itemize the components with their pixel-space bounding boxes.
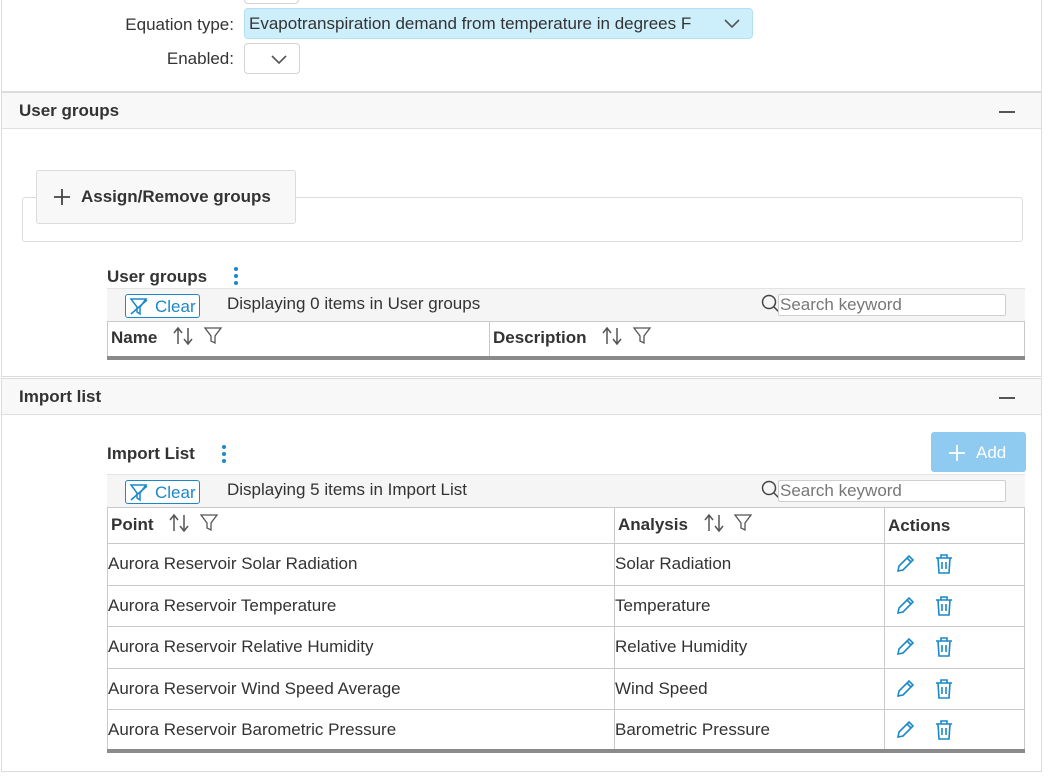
enabled-select[interactable] [244, 43, 300, 74]
point-cell: Aurora Reservoir Temperature [107, 584, 615, 627]
column-header-point[interactable]: Point [107, 507, 615, 544]
assign-button-label: Assign/Remove groups [81, 187, 271, 206]
point-cell: Aurora Reservoir Barometric Pressure [107, 709, 615, 752]
import-list-grid-title: Import List [107, 444, 195, 463]
edit-icon[interactable] [894, 553, 916, 575]
table-row[interactable]: Aurora Reservoir Barometric Pressure Baro… [107, 709, 1025, 752]
equation-type-select[interactable]: Evapotranspiration demand from temperatu… [244, 8, 753, 39]
actions-cell [884, 584, 1025, 627]
actions-cell [884, 543, 1025, 586]
sort-icon[interactable] [601, 326, 623, 346]
point-cell: Aurora Reservoir Solar Radiation [107, 543, 615, 586]
sort-icon[interactable] [168, 513, 190, 533]
kebab-menu-icon[interactable] [222, 445, 226, 466]
analysis-cell: Temperature [614, 584, 885, 627]
user-groups-display-count: Displaying 0 items in User groups [227, 294, 481, 313]
user-groups-search-input[interactable] [778, 294, 1006, 316]
user-groups-toolbar: Clear Displaying 0 items in User groups [107, 288, 1025, 321]
import-list-table: Point Analysis Actions Aurora Reservoir … [107, 507, 1025, 753]
table-row[interactable]: Aurora Reservoir Solar Radiation Solar Ra… [107, 543, 1025, 586]
import-list-search-input[interactable] [778, 480, 1006, 502]
add-button-label: Add [976, 443, 1007, 462]
analysis-cell: Barometric Pressure [614, 709, 885, 752]
column-description-label: Description [493, 328, 587, 348]
chevron-down-icon [724, 19, 740, 29]
point-cell: Aurora Reservoir Wind Speed Average [107, 667, 615, 710]
enabled-label: Enabled: [166, 49, 234, 68]
filter-icon[interactable] [203, 326, 223, 346]
clear-label: Clear [155, 483, 196, 502]
edit-icon[interactable] [894, 636, 916, 658]
kebab-menu-icon[interactable] [234, 267, 238, 288]
actions-cell [884, 709, 1025, 752]
delete-icon[interactable] [933, 678, 955, 700]
actions-cell [884, 626, 1025, 669]
user-groups-table: Name Description [107, 321, 1025, 360]
point-cell: Aurora Reservoir Relative Humidity [107, 626, 615, 669]
delete-icon[interactable] [933, 553, 955, 575]
clear-filters-button[interactable]: Clear [125, 480, 200, 504]
import-list-panel: Import list Import List Add Clear Displa… [1, 378, 1042, 772]
add-button[interactable]: Add [931, 432, 1026, 472]
equation-type-label: Equation type: [125, 15, 234, 34]
filter-icon[interactable] [199, 513, 219, 533]
plus-icon [54, 189, 70, 205]
table-row[interactable]: Aurora Reservoir Temperature Temperature [107, 584, 1025, 627]
filter-clear-icon [129, 484, 148, 502]
analysis-cell: Solar Radiation [614, 543, 885, 586]
minus-icon[interactable] [999, 111, 1015, 113]
clear-filters-button[interactable]: Clear [125, 294, 200, 318]
user-groups-panel-header[interactable]: User groups [2, 93, 1041, 129]
sort-icon[interactable] [172, 326, 194, 346]
filter-icon[interactable] [632, 326, 652, 346]
import-list-panel-header[interactable]: Import list [2, 379, 1041, 415]
filter-icon[interactable] [733, 513, 753, 533]
delete-icon[interactable] [933, 595, 955, 617]
user-groups-grid-title: User groups [107, 267, 208, 286]
actions-cell [884, 667, 1025, 710]
analysis-cell: Relative Humidity [614, 626, 885, 669]
user-groups-panel-title: User groups [19, 101, 120, 120]
minus-icon[interactable] [999, 397, 1015, 399]
import-list-toolbar: Clear Displaying 5 items in Import List [107, 474, 1025, 507]
column-point-label: Point [111, 514, 154, 534]
column-analysis-label: Analysis [618, 514, 688, 534]
chevron-down-icon [271, 55, 287, 65]
import-list-panel-title: Import list [19, 387, 102, 406]
user-groups-panel: User groups Assign/Remove groups User gr… [1, 92, 1042, 377]
import-list-display-count: Displaying 5 items in Import List [227, 480, 467, 499]
analysis-cell: Wind Speed [614, 667, 885, 710]
filter-clear-icon [129, 298, 148, 316]
sort-icon[interactable] [703, 513, 725, 533]
edit-icon[interactable] [894, 719, 916, 741]
table-row[interactable]: Aurora Reservoir Relative Humidity Relati… [107, 626, 1025, 669]
edit-icon[interactable] [894, 595, 916, 617]
column-name-label: Name [111, 328, 158, 348]
user-groups-header-row: Name Description [107, 321, 1025, 358]
column-header-description[interactable]: Description [489, 321, 1025, 358]
delete-icon[interactable] [933, 719, 955, 741]
assign-remove-groups-button[interactable]: Assign/Remove groups [36, 170, 296, 224]
clear-label: Clear [155, 297, 196, 316]
plus-icon [949, 445, 965, 461]
edit-icon[interactable] [894, 678, 916, 700]
table-row[interactable]: Aurora Reservoir Wind Speed Average Wind … [107, 667, 1025, 710]
import-list-header-row: Point Analysis Actions [107, 507, 1025, 544]
column-header-analysis[interactable]: Analysis [614, 507, 885, 544]
equation-type-value: Evapotranspiration demand from temperatu… [249, 14, 692, 33]
settings-panel: Equation type: Evapotranspiration demand… [1, 0, 1042, 92]
delete-icon[interactable] [933, 636, 955, 658]
column-header-actions: Actions [884, 507, 1025, 544]
previous-field-partial[interactable] [244, 0, 299, 4]
column-actions-label: Actions [888, 515, 951, 535]
column-header-name[interactable]: Name [107, 321, 490, 358]
